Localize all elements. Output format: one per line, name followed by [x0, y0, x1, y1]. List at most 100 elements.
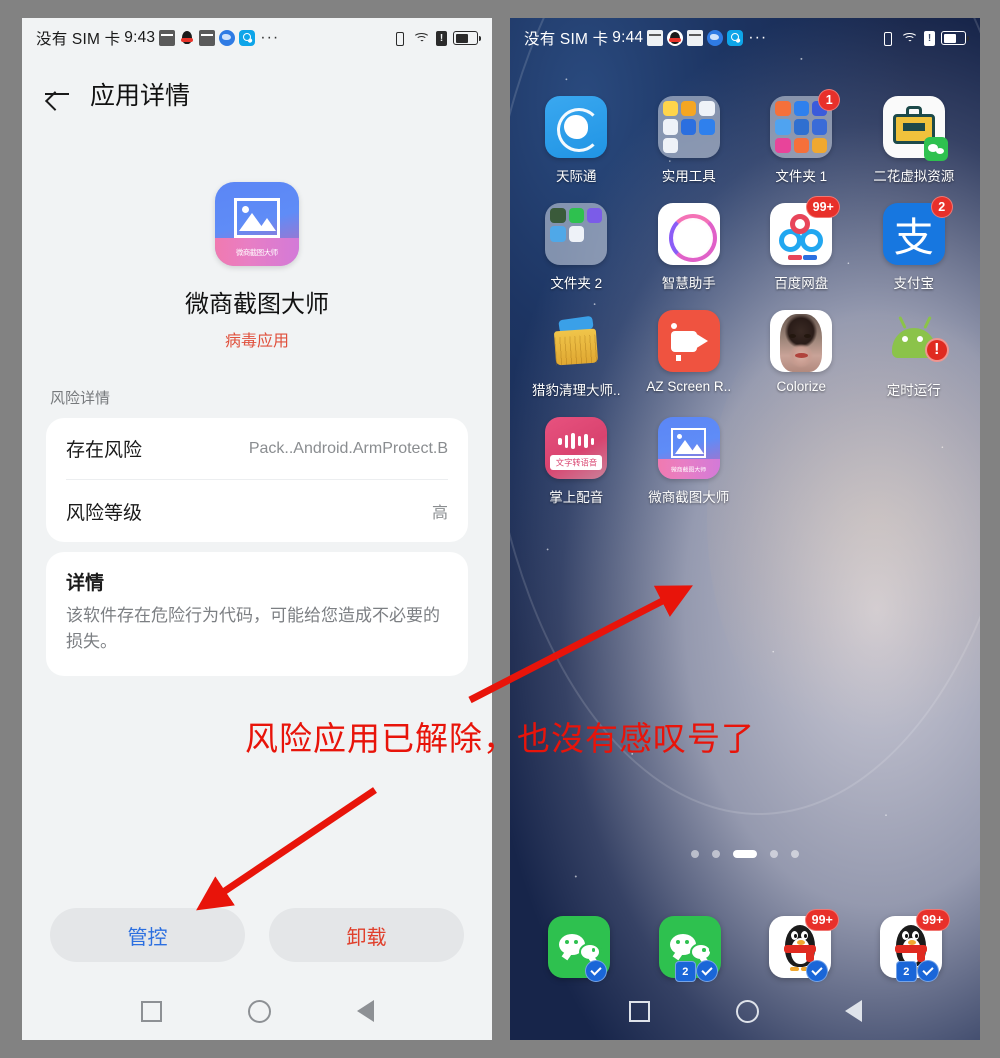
app-bar: 应用详情 [22, 58, 492, 120]
risk-details-card: 存在风险 Pack..Android.ArmProtect.B 风险等级 高 [46, 418, 468, 542]
wifi-icon [413, 30, 430, 46]
portrait-icon [770, 310, 833, 372]
baidu-cloud-icon: 99+ [770, 196, 841, 265]
app-label: 微商截图大师 [648, 490, 730, 505]
page-dot[interactable] [712, 850, 720, 858]
home-screen-grid: 天际通 实用工具 1 文件夹 1 二花虚拟资源 文件夹 2 智慧助手 99+ 百… [510, 89, 980, 506]
tts-icon-label: 文字转语音 [555, 458, 597, 468]
row-value: Pack..Android.ArmProtect.B [248, 439, 448, 457]
vibrate-icon [879, 30, 895, 46]
table-row: 存在风险 Pack..Android.ArmProtect.B [66, 418, 448, 480]
mail-icon [159, 30, 176, 46]
page-dot[interactable] [791, 850, 799, 858]
left-navigation-bar [22, 982, 492, 1040]
dock-item-wechat[interactable] [524, 916, 635, 982]
video-camera-icon [657, 310, 720, 372]
verified-check-badge [695, 960, 718, 982]
app-icon-baidu-netdisk[interactable]: 99+ 百度网盘 [745, 196, 858, 292]
badge-count: 99+ [806, 196, 841, 218]
action-button-bar: 管控 卸载 [22, 908, 492, 962]
app-icon-alipay[interactable]: 2 支付宝 [858, 196, 971, 292]
ring-icon [657, 203, 720, 265]
dock-item-qq[interactable]: 99+ [745, 909, 856, 982]
detail-card: 详情 该软件存在危险行为代码，可能给您造成不必要的损失。 [46, 552, 468, 676]
app-icon-az-screen-recorder[interactable]: AZ Screen R.. [633, 310, 746, 399]
app-label: Colorize [776, 379, 827, 394]
back-triangle-icon[interactable] [844, 1000, 862, 1022]
warning-badge: ! [924, 338, 949, 362]
right-navigation-bar [510, 982, 980, 1040]
android-icon: ! [883, 310, 949, 372]
home-circle-icon[interactable] [247, 999, 271, 1023]
carrier-label: 没有 SIM 卡 [36, 31, 121, 48]
wechat-overlay-icon [923, 137, 948, 161]
app-icon-weishang-screenshot[interactable]: 微商截图大师 微商截图大师 [633, 417, 746, 506]
page-dot[interactable] [770, 850, 778, 858]
mail-icon [647, 30, 664, 46]
back-triangle-icon[interactable] [356, 1000, 374, 1022]
verified-check-badge [806, 960, 829, 982]
recents-square-icon[interactable] [140, 1000, 162, 1022]
sim-alert-icon [924, 30, 935, 46]
app-label: 定时运行 [886, 383, 941, 398]
dock-item-qq-dual[interactable]: 99+ 2 [856, 909, 967, 982]
app-name: 微商截图大师 [185, 291, 329, 318]
browser-icon [219, 30, 236, 46]
app-icon-colorize[interactable]: Colorize [745, 310, 858, 399]
battery-icon [941, 31, 969, 45]
page-title: 应用详情 [90, 82, 191, 110]
app-icon-tianjitong[interactable]: 天际通 [520, 96, 633, 185]
dual-app-badge: 2 [895, 961, 917, 982]
app-folder-tools[interactable]: 实用工具 [633, 96, 746, 185]
dock: 2 99+ 99+ 2 [510, 909, 980, 982]
page-dot-active[interactable] [733, 850, 757, 858]
search-app-icon [727, 30, 744, 46]
app-label: 天际通 [556, 169, 597, 184]
page-indicator[interactable] [510, 850, 980, 858]
back-arrow-icon[interactable] [44, 81, 70, 107]
app-icon-virtual-resource[interactable]: 二花虚拟资源 [858, 96, 971, 185]
alipay-icon: 2 [882, 196, 953, 265]
left-phone-panel: 没有 SIM 卡 9:43 ··· ! 应用详情 微商截图大师 微商截图大师 病… [22, 18, 492, 1040]
folder-icon: 1 [770, 89, 841, 158]
uninstall-button[interactable]: 卸载 [269, 908, 464, 962]
detail-title: 详情 [66, 573, 105, 594]
table-row: 风险等级 高 [66, 480, 448, 542]
verified-check-badge [585, 960, 608, 982]
dock-item-wechat-dual[interactable]: 2 [635, 916, 746, 982]
app-icon: 微商截图大师 [215, 182, 299, 266]
wechat-icon [548, 916, 611, 982]
app-label: 支付宝 [893, 276, 935, 291]
app-label: AZ Screen R.. [646, 379, 732, 394]
badge-count: 99+ [915, 909, 950, 931]
app-folder-2[interactable]: 文件夹 2 [520, 203, 633, 292]
app-icon-dubbing[interactable]: 文字转语音 掌上配音 [520, 417, 633, 506]
badge-count: 1 [818, 89, 841, 111]
badge-count: 99+ [805, 909, 840, 931]
sim-alert-icon [436, 30, 447, 46]
app-label: 文件夹 2 [550, 276, 603, 291]
screenshot-root: 没有 SIM 卡 9:43 ··· ! 应用详情 微商截图大师 微商截图大师 病… [0, 0, 1000, 1058]
recents-square-icon[interactable] [628, 1000, 650, 1022]
qq-icon: 99+ 2 [879, 909, 950, 982]
row-key: 存在风险 [66, 440, 143, 461]
app-icon-cheetah-cleaner[interactable]: 猎豹清理大师.. [520, 310, 633, 399]
detail-body: 该软件存在危险行为代码，可能给您造成不必要的损失。 [66, 606, 440, 652]
app-folder-1[interactable]: 1 文件夹 1 [745, 89, 858, 185]
app-icon-scheduled-run[interactable]: ! 定时运行 [858, 310, 971, 399]
globe-icon [545, 96, 608, 158]
app-label: 智慧助手 [661, 276, 716, 291]
manage-button[interactable]: 管控 [50, 908, 245, 962]
app-label: 实用工具 [661, 169, 716, 184]
dual-app-badge: 2 [674, 961, 696, 982]
row-value: 高 [431, 505, 448, 522]
tts-icon: 文字转语音 [545, 417, 608, 479]
right-status-bar: 没有 SIM 卡 9:44 ··· [510, 18, 980, 58]
briefcase-icon [882, 96, 948, 161]
home-circle-icon[interactable] [735, 999, 759, 1023]
app-icon-smart-assistant[interactable]: 智慧助手 [633, 203, 746, 292]
wechat-icon: 2 [658, 916, 721, 982]
page-dot[interactable] [691, 850, 699, 858]
more-dots-icon: ··· [748, 29, 768, 46]
screenshot-app-icon: 微商截图大师 [657, 417, 720, 479]
